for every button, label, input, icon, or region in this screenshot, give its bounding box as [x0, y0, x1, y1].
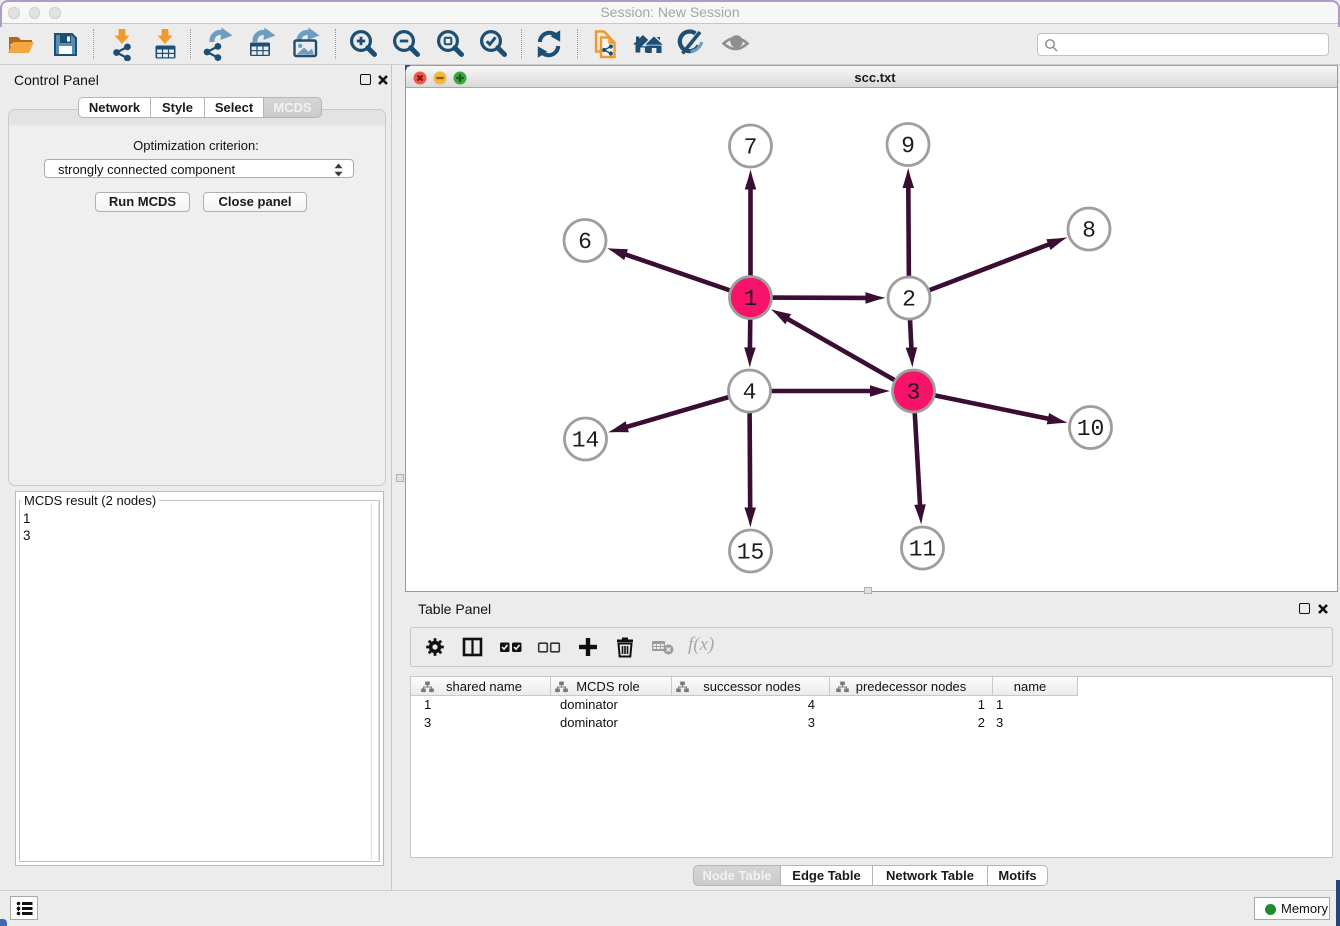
svg-text:7: 7 [744, 135, 758, 161]
svg-text:4: 4 [743, 380, 757, 406]
svg-text:9: 9 [901, 133, 915, 159]
svg-text:8: 8 [1082, 218, 1096, 244]
svg-text:15: 15 [737, 540, 765, 566]
svg-text:1: 1 [744, 286, 758, 312]
svg-text:11: 11 [909, 537, 937, 563]
svg-text:3: 3 [907, 380, 921, 406]
svg-text:14: 14 [572, 428, 600, 454]
svg-text:10: 10 [1077, 416, 1105, 442]
svg-text:6: 6 [578, 229, 592, 255]
svg-text:2: 2 [902, 287, 916, 313]
